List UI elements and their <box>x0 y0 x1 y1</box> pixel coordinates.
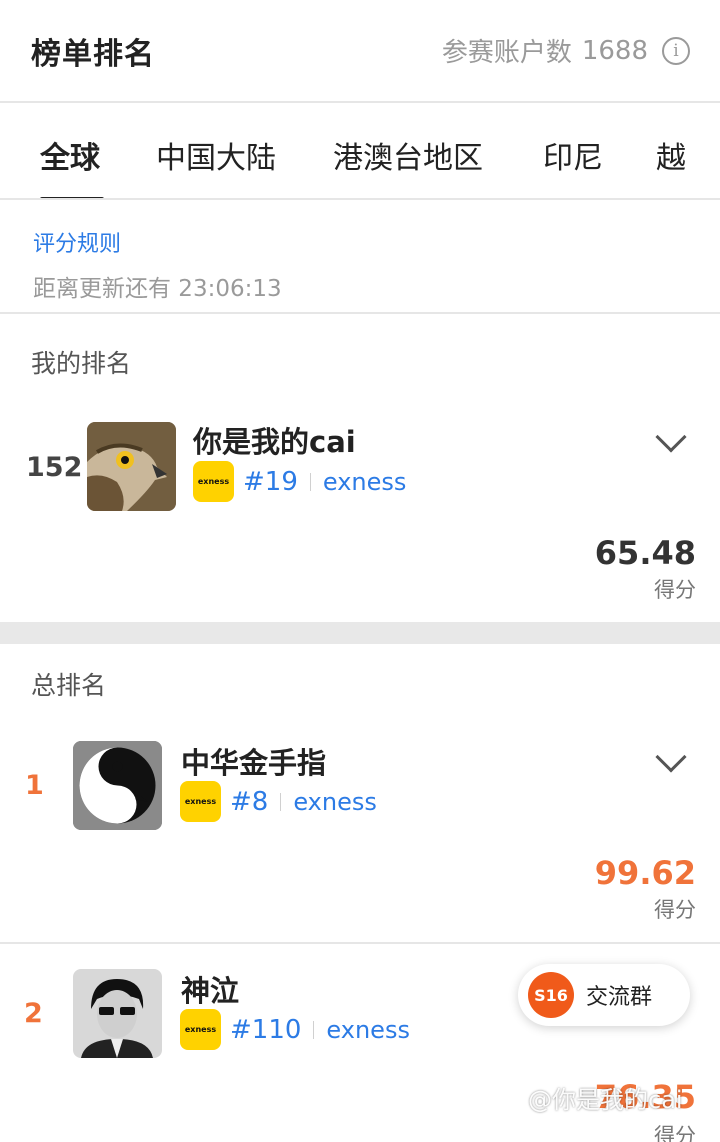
trader-name: 中华金手指 <box>181 746 327 780</box>
participants-label: 参赛账户数 <box>441 38 572 68</box>
avatar <box>87 422 176 511</box>
broker-rank: #110 <box>230 1014 302 1045</box>
chevron-down-icon[interactable] <box>655 421 687 453</box>
yin-yang-cat-avatar-image <box>73 741 162 830</box>
separator <box>280 792 282 811</box>
rules-section: 评分规则 距离更新还有 23:06:13 <box>0 200 720 314</box>
exness-logo-icon: exness <box>180 1009 221 1050</box>
overall-ranking-label: 总排名 <box>31 671 107 700</box>
section-separator <box>0 622 720 644</box>
broker-row: exness #110 exness <box>180 1009 410 1050</box>
my-broker-rank: #19 <box>243 466 298 497</box>
tab-mainland-china[interactable]: 中国大陆 <box>156 133 276 177</box>
participants-count: 1688 <box>581 35 648 66</box>
broker-name[interactable]: exness <box>326 1016 410 1044</box>
trader-name: 神泣 <box>181 974 240 1008</box>
my-ranking-label: 我的排名 <box>31 349 132 378</box>
score-label: 得分 <box>654 898 696 922</box>
tab-global[interactable]: 全球 <box>40 133 100 177</box>
score: 99.62 <box>594 854 696 892</box>
my-rank-number: 152 <box>26 452 83 483</box>
rank-number: 2 <box>24 998 43 1029</box>
active-tab-indicator <box>40 197 104 198</box>
avatar <box>73 741 162 830</box>
separator <box>309 472 311 491</box>
chat-badge-icon: S16 <box>528 972 574 1018</box>
broker-row: exness #8 exness <box>180 781 377 822</box>
ranking-entry[interactable]: 1 中华金手指 exness #8 exness 99.62 得分 <box>0 724 720 942</box>
my-score-label: 得分 <box>654 578 696 602</box>
my-name: 你是我的cai <box>193 425 356 459</box>
avatar <box>73 969 162 1058</box>
scoring-rules-link[interactable]: 评分规则 <box>33 226 720 258</box>
page-title: 榜单排名 <box>31 36 155 72</box>
chat-group-label: 交流群 <box>586 985 653 1010</box>
page-header: 榜单排名 参赛账户数 1688 i <box>0 0 720 103</box>
rank-number: 1 <box>25 770 44 801</box>
chevron-down-icon[interactable] <box>655 741 687 773</box>
my-broker-row: exness #19 exness <box>193 461 406 502</box>
separator <box>313 1020 315 1039</box>
hawk-avatar-image <box>87 422 176 511</box>
participants-info: 参赛账户数 1688 i <box>442 32 690 69</box>
exness-logo-icon: exness <box>193 461 234 502</box>
region-tabs: 全球 中国大陆 港澳台地区 印尼 越 <box>0 103 720 200</box>
exness-logo-icon: exness <box>180 781 221 822</box>
tab-hk-macau-taiwan[interactable]: 港澳台地区 <box>333 133 483 177</box>
update-countdown: 距离更新还有 23:06:13 <box>33 276 282 302</box>
my-ranking-card[interactable]: 我的排名 152 你是我的cai exness #19 exness 65.48… <box>0 316 720 622</box>
info-icon[interactable]: i <box>662 36 690 65</box>
broker-rank: #8 <box>230 786 269 817</box>
broker-name[interactable]: exness <box>293 788 377 816</box>
chat-group-button[interactable]: S16 交流群 <box>518 964 690 1026</box>
watermark: @你是我的cai <box>528 1086 683 1114</box>
my-broker-name[interactable]: exness <box>323 468 407 496</box>
tab-vietnam[interactable]: 越 <box>656 133 686 177</box>
man-portrait-avatar-image <box>73 969 162 1058</box>
score-label: 得分 <box>654 1124 696 1142</box>
tab-indonesia[interactable]: 印尼 <box>543 133 603 177</box>
my-score: 65.48 <box>594 534 696 572</box>
